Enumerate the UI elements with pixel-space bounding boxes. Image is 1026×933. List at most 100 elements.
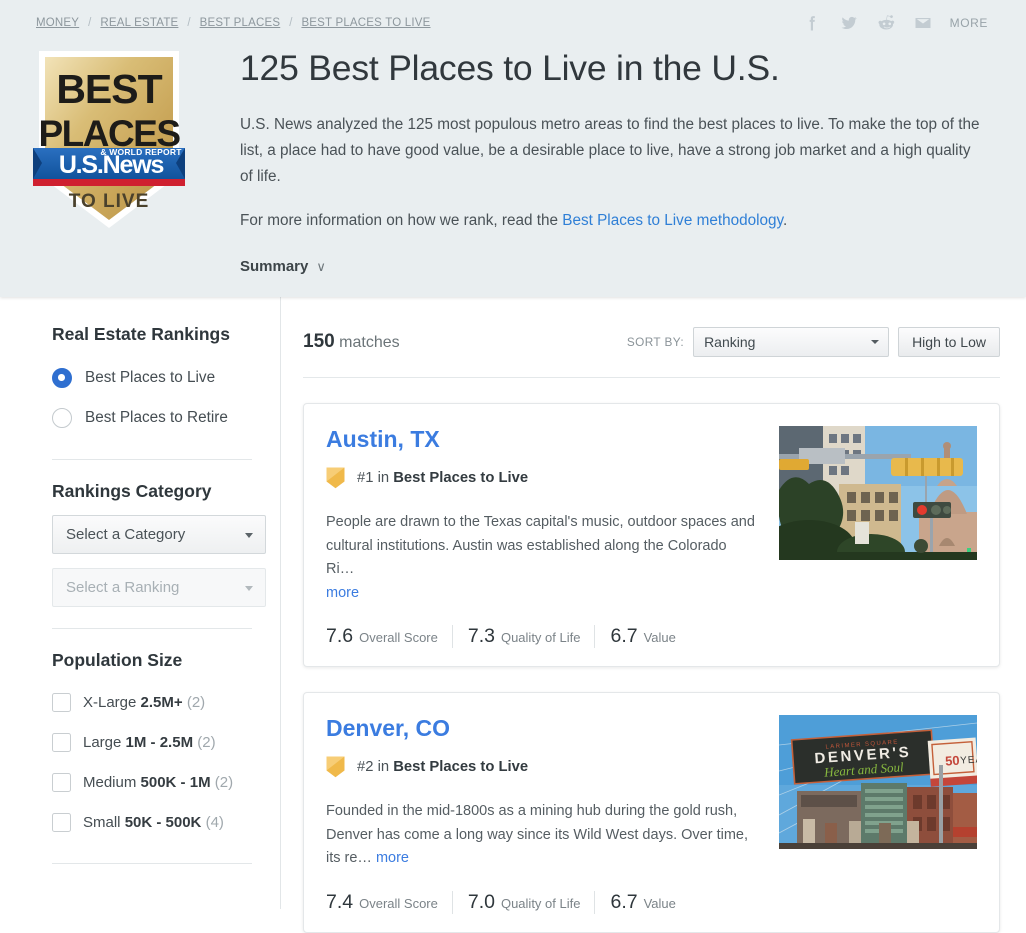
radio-best-places-to-retire[interactable]: Best Places to Retire xyxy=(52,398,266,438)
score-row: 7.4 Overall Score 7.0 Quality of Life 6.… xyxy=(326,891,977,914)
sort-order-button[interactable]: High to Low xyxy=(898,327,1000,357)
description-text: People are drawn to the Texas capital's … xyxy=(326,514,755,577)
award-shield-icon xyxy=(326,467,345,489)
sidebar-divider xyxy=(52,628,252,629)
results-toolbar: 150 matches SORT BY: Ranking High to Low xyxy=(303,324,1000,360)
radio-unselected-icon xyxy=(52,408,72,428)
score-label: Value xyxy=(644,630,676,645)
radio-label: Best Places to Retire xyxy=(85,409,228,427)
population-name: X-Large xyxy=(83,694,136,711)
score-row: 7.6 Overall Score 7.3 Quality of Life 6.… xyxy=(326,625,977,648)
reddit-icon[interactable] xyxy=(876,13,896,33)
rankings-heading: Real Estate Rankings xyxy=(52,324,266,345)
ranking-select-value: Select a Ranking xyxy=(66,579,179,596)
score-label: Value xyxy=(644,896,676,911)
category-select[interactable]: Select a Category xyxy=(52,515,266,554)
rank-list-name: Best Places to Live xyxy=(393,759,528,775)
checkbox-population-x-large[interactable]: X-Large 2.5M+ (2) xyxy=(52,682,266,722)
place-photo-austin[interactable] xyxy=(779,426,977,560)
checkbox-population-large[interactable]: Large 1M - 2.5M (2) xyxy=(52,722,266,762)
rank-number: #1 in xyxy=(357,470,393,486)
population-count: (2) xyxy=(215,774,233,791)
toolbar-divider xyxy=(303,377,1000,378)
population-size-heading: Population Size xyxy=(52,650,266,671)
score-value: 7.6 xyxy=(326,625,353,648)
score-quality-of-life: 7.0 Quality of Life xyxy=(452,891,595,914)
match-count: 150 matches xyxy=(303,331,400,353)
checkbox-population-small[interactable]: Small 50K - 500K (4) xyxy=(52,802,266,842)
place-photo-denver[interactable]: LARIMER SQUARE DENVER'S Heart and Soul 5… xyxy=(779,715,977,849)
radio-label: Best Places to Live xyxy=(85,369,215,387)
score-overall: 7.6 Overall Score xyxy=(326,625,452,648)
checkbox-label: X-Large 2.5M+ (2) xyxy=(83,694,205,711)
twitter-icon[interactable] xyxy=(839,13,859,33)
more-link[interactable]: more xyxy=(376,850,409,866)
score-value: 7.3 xyxy=(468,625,495,648)
hero-body: BEST PLACES U.S.News & WORLD REPORT TO L… xyxy=(0,34,1026,276)
denver-larimer-square-graphic: LARIMER SQUARE DENVER'S Heart and Soul 5… xyxy=(779,715,977,849)
page-header: MONEY / REAL ESTATE / BEST PLACES / BEST… xyxy=(0,0,1026,297)
score-value: 6.7 xyxy=(610,891,637,914)
austin-skyline-graphic xyxy=(779,426,977,560)
badge-graphic: BEST PLACES U.S.News & WORLD REPORT TO L… xyxy=(33,47,185,232)
population-count: (2) xyxy=(187,694,205,711)
best-places-badge: BEST PLACES U.S.News & WORLD REPORT TO L… xyxy=(33,47,185,232)
rankings-category-heading: Rankings Category xyxy=(52,481,266,502)
methodology-line: For more information on how we rank, rea… xyxy=(240,208,981,234)
hero-description: U.S. News analyzed the 125 most populous… xyxy=(240,112,981,190)
svg-text:50: 50 xyxy=(945,753,960,769)
rank-number: #2 in xyxy=(357,759,393,775)
rank-text: #2 in Best Places to Live xyxy=(357,759,528,775)
breadcrumb-item-real-estate[interactable]: REAL ESTATE xyxy=(100,17,178,29)
breadcrumb-item-best-places-to-live[interactable]: BEST PLACES TO LIVE xyxy=(301,17,430,29)
checkbox-label: Medium 500K - 1M (2) xyxy=(83,774,233,791)
place-card-austin[interactable]: Austin, TX #1 in Best Places to Live Peo… xyxy=(303,403,1000,667)
match-count-number: 150 xyxy=(303,331,335,352)
methodology-link[interactable]: Best Places to Live methodology xyxy=(562,212,783,229)
rank-list-name: Best Places to Live xyxy=(393,470,528,486)
score-value: 6.7 xyxy=(610,625,637,648)
results-panel: 150 matches SORT BY: Ranking High to Low… xyxy=(281,297,1026,909)
radio-best-places-to-live[interactable]: Best Places to Live xyxy=(52,358,266,398)
main-content: Real Estate Rankings Best Places to Live… xyxy=(0,297,1026,909)
award-shield-icon xyxy=(326,756,345,778)
score-value: 7.4 xyxy=(326,891,353,914)
filters-sidebar: Real Estate Rankings Best Places to Live… xyxy=(0,297,281,909)
score-value: 7.0 xyxy=(468,891,495,914)
summary-label: Summary xyxy=(240,258,308,275)
chevron-down-icon xyxy=(245,586,253,591)
population-name: Large xyxy=(83,734,121,751)
checkbox-population-medium[interactable]: Medium 500K - 1M (2) xyxy=(52,762,266,802)
population-range: 1M - 2.5M xyxy=(126,734,194,751)
more-link[interactable]: more xyxy=(326,585,359,601)
place-card-denver[interactable]: Denver, CO #2 in Best Places to Live Fou… xyxy=(303,692,1000,933)
ranking-select[interactable]: Select a Ranking xyxy=(52,568,266,607)
summary-toggle[interactable]: Summary ∨ xyxy=(240,258,326,275)
hero-text: 125 Best Places to Live in the U.S. U.S.… xyxy=(211,44,981,276)
score-value-metric: 6.7 Value xyxy=(594,891,689,914)
sort-controls: SORT BY: Ranking High to Low xyxy=(627,327,1000,357)
chevron-down-icon xyxy=(871,340,879,344)
checkbox-icon xyxy=(52,813,71,832)
place-description: People are drawn to the Texas capital's … xyxy=(326,511,756,605)
checkbox-icon xyxy=(52,733,71,752)
sort-select[interactable]: Ranking xyxy=(693,327,889,357)
population-count: (2) xyxy=(197,734,215,751)
sidebar-divider xyxy=(52,863,252,864)
svg-text:TO LIVE: TO LIVE xyxy=(69,191,150,212)
breadcrumb-item-money[interactable]: MONEY xyxy=(36,17,79,29)
population-range: 500K - 1M xyxy=(141,774,211,791)
svg-text:YEA: YEA xyxy=(960,754,977,767)
breadcrumb-item-best-places[interactable]: BEST PLACES xyxy=(200,17,281,29)
score-label: Quality of Life xyxy=(501,896,581,911)
facebook-icon[interactable] xyxy=(802,13,822,33)
population-count: (4) xyxy=(206,814,224,831)
checkbox-label: Small 50K - 500K (4) xyxy=(83,814,224,831)
checkbox-icon xyxy=(52,773,71,792)
email-icon[interactable] xyxy=(913,13,933,33)
population-name: Small xyxy=(83,814,121,831)
score-overall: 7.4 Overall Score xyxy=(326,891,452,914)
more-share-button[interactable]: MORE xyxy=(950,16,988,30)
score-label: Quality of Life xyxy=(501,630,581,645)
place-description: Founded in the mid-1800s as a mining hub… xyxy=(326,800,756,871)
